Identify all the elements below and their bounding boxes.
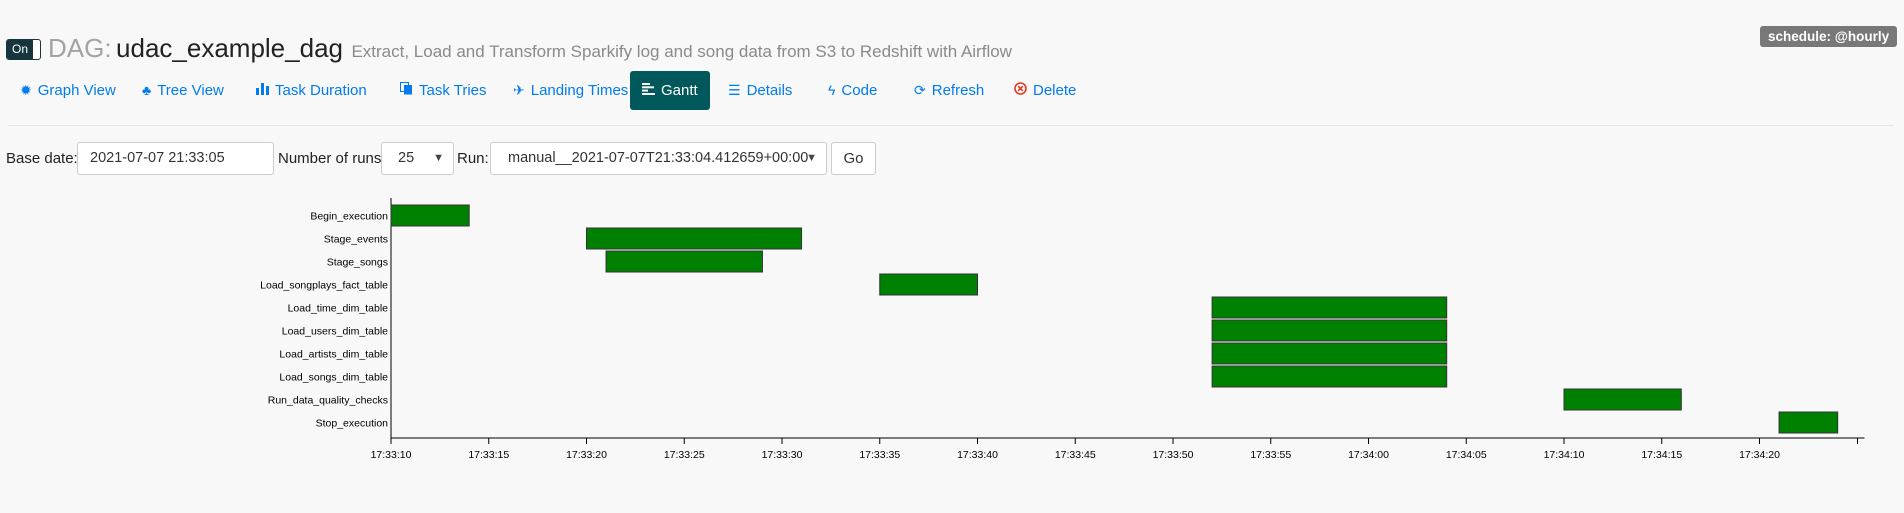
tab-label: Task Duration <box>275 82 367 99</box>
tab-label: Code <box>841 82 878 99</box>
tab-label: Tree View <box>157 82 224 99</box>
tab-label: Landing Times <box>530 82 629 99</box>
gantt-task-bar[interactable] <box>1778 411 1839 434</box>
gantt-task-bar[interactable] <box>1211 296 1448 319</box>
gantt-task-label: Load_users_dim_table <box>282 326 388 338</box>
tab-graph-view[interactable]: ✹ Graph View <box>8 71 128 110</box>
tab-details[interactable]: ☰ Details <box>716 71 804 110</box>
gantt-task-label: Load_artists_dim_table <box>279 349 388 361</box>
gantt-task-bar[interactable] <box>879 273 978 296</box>
gantt-task-label: Run_data_quality_checks <box>268 395 388 407</box>
num-runs-value: 25 <box>398 150 415 166</box>
go-button[interactable]: Go <box>831 142 876 175</box>
duplicate-icon <box>400 71 413 110</box>
dag-description: Extract, Load and Transform Sparkify log… <box>351 42 1012 61</box>
tab-task-tries[interactable]: Task Tries <box>388 71 499 110</box>
base-date-label: Base date: <box>6 150 78 167</box>
chevron-down-icon: ▼ <box>806 152 817 164</box>
dag-toggle[interactable]: On <box>6 39 41 60</box>
bar-chart-icon <box>256 71 269 110</box>
tab-task-duration[interactable]: Task Duration <box>244 71 379 110</box>
tab-tree-view[interactable]: ♣ Tree View <box>130 71 236 110</box>
gantt-x-tick-label: 17:33:10 <box>371 449 412 461</box>
gantt-x-tick-label: 17:33:55 <box>1250 449 1291 461</box>
run-value: manual__2021-07-07T21:33:04.412659+00:00 <box>508 150 809 166</box>
gantt-x-tick-label: 17:33:20 <box>566 449 607 461</box>
gantt-task-label: Load_songplays_fact_table <box>260 280 388 292</box>
num-runs-label: Number of runs: <box>278 150 386 167</box>
gantt-task-label: Begin_execution <box>310 211 388 223</box>
chevron-down-icon: ▼ <box>433 152 444 164</box>
tab-label: Task Tries <box>419 82 487 99</box>
dag-id: udac_example_dag <box>116 33 343 63</box>
gantt-x-tick-label: 17:33:30 <box>762 449 803 461</box>
gantt-task-label: Stage_songs <box>327 257 388 269</box>
gantt-task-bar[interactable] <box>390 204 470 227</box>
tree-icon: ♣ <box>142 82 152 98</box>
tab-landing-times[interactable]: ✈ Landing Times <box>501 71 640 110</box>
gantt-x-tick-label: 17:34:15 <box>1641 449 1682 461</box>
gantt-task-label: Load_songs_dim_table <box>279 372 388 384</box>
tab-refresh[interactable]: ⟳ Refresh <box>902 71 996 110</box>
header-divider <box>8 125 1894 126</box>
refresh-icon: ⟳ <box>914 82 926 98</box>
dag-prefix: DAG: <box>48 33 112 63</box>
tab-label: Details <box>746 82 793 99</box>
gantt-x-tick-label: 17:33:25 <box>664 449 705 461</box>
gantt-task-label: Load_time_dim_table <box>288 303 389 315</box>
gantt-task-label: Stage_events <box>324 234 388 246</box>
gantt-task-bar[interactable] <box>1211 319 1448 342</box>
tab-label: Refresh <box>931 82 985 99</box>
tab-label: Graph View <box>37 82 116 99</box>
gantt-x-tick-label: 17:34:20 <box>1739 449 1780 461</box>
gantt-x-tick-label: 17:34:05 <box>1446 449 1487 461</box>
gantt-task-bar[interactable] <box>1563 388 1682 411</box>
gantt-chart: Begin_execution Stage_events Stage_songs Lo… <box>260 198 1865 461</box>
gantt-task-label: Stop_execution <box>316 418 389 430</box>
run-select[interactable]: manual__2021-07-07T21:33:04.412659+00:00… <box>490 142 827 175</box>
flash-icon: ϟ <box>828 82 836 98</box>
graph-icon: ✹ <box>20 82 32 98</box>
toggle-on-label: On <box>7 40 33 59</box>
schedule-badge: schedule: @hourly <box>1760 26 1898 47</box>
tab-gantt[interactable]: Gantt <box>630 71 710 110</box>
gantt-x-tick-label: 17:33:35 <box>859 449 900 461</box>
list-icon: ☰ <box>728 82 741 98</box>
gantt-x-tick-label: 17:34:10 <box>1544 449 1585 461</box>
num-runs-select[interactable]: 25 ▼ <box>381 142 454 175</box>
base-date-input[interactable]: 2021-07-07 21:33:05 <box>77 142 274 175</box>
tab-label: Delete <box>1033 82 1077 99</box>
gantt-x-tick-label: 17:33:15 <box>468 449 509 461</box>
tab-code[interactable]: ϟ Code <box>816 71 889 110</box>
tab-delete[interactable]: Delete <box>1002 71 1088 110</box>
delete-icon <box>1014 71 1027 110</box>
gantt-x-tick-label: 17:33:50 <box>1153 449 1194 461</box>
plane-icon: ✈ <box>513 82 525 98</box>
gantt-x-tick-label: 17:33:45 <box>1055 449 1096 461</box>
dag-title: DAG: udac_example_dag Extract, Load and … <box>48 33 1012 64</box>
gantt-task-bar[interactable] <box>1211 342 1448 365</box>
tab-label: Gantt <box>661 82 698 99</box>
gantt-task-bar[interactable] <box>586 227 803 250</box>
gantt-task-bar[interactable] <box>605 250 763 273</box>
gantt-task-bar[interactable] <box>1211 365 1448 388</box>
gantt-icon <box>642 71 655 110</box>
gantt-x-tick-label: 17:33:40 <box>957 449 998 461</box>
run-label: Run: <box>457 150 489 167</box>
gantt-x-tick-label: 17:34:00 <box>1348 449 1389 461</box>
